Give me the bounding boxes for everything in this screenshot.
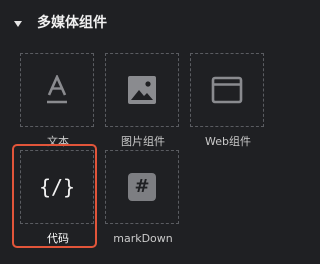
component-label: Web组件 (205, 135, 251, 148)
component-item-markdown[interactable]: # markDown (105, 150, 181, 250)
component-tile[interactable] (105, 53, 179, 127)
component-item-code[interactable]: {/} 代码 (20, 150, 96, 250)
caret-down-icon[interactable] (14, 21, 22, 27)
code-icon: {/} (38, 171, 76, 203)
component-tile[interactable]: {/} (20, 150, 94, 224)
component-tile[interactable] (20, 53, 94, 127)
component-item-image[interactable]: 图片组件 (105, 53, 181, 153)
text-icon (41, 74, 73, 106)
browser-window-icon (211, 74, 243, 106)
component-item-text[interactable]: 文本 (20, 53, 96, 153)
multimedia-components-panel: 多媒体组件 文本 图片组件 Web组件 {/} 代码 # markDown (0, 0, 274, 264)
component-tile[interactable]: # (105, 150, 179, 224)
component-item-web[interactable]: Web组件 (190, 53, 266, 153)
section-header[interactable]: 多媒体组件 (0, 0, 274, 46)
component-tile[interactable] (190, 53, 264, 127)
hash-icon: # (128, 173, 156, 201)
component-label: 图片组件 (121, 135, 165, 148)
image-icon (126, 74, 158, 106)
section-title: 多媒体组件 (37, 15, 107, 31)
hash-glyph: # (134, 176, 150, 197)
component-label: markDown (113, 232, 173, 245)
code-glyph: {/} (38, 175, 76, 199)
component-label: 代码 (47, 232, 69, 245)
